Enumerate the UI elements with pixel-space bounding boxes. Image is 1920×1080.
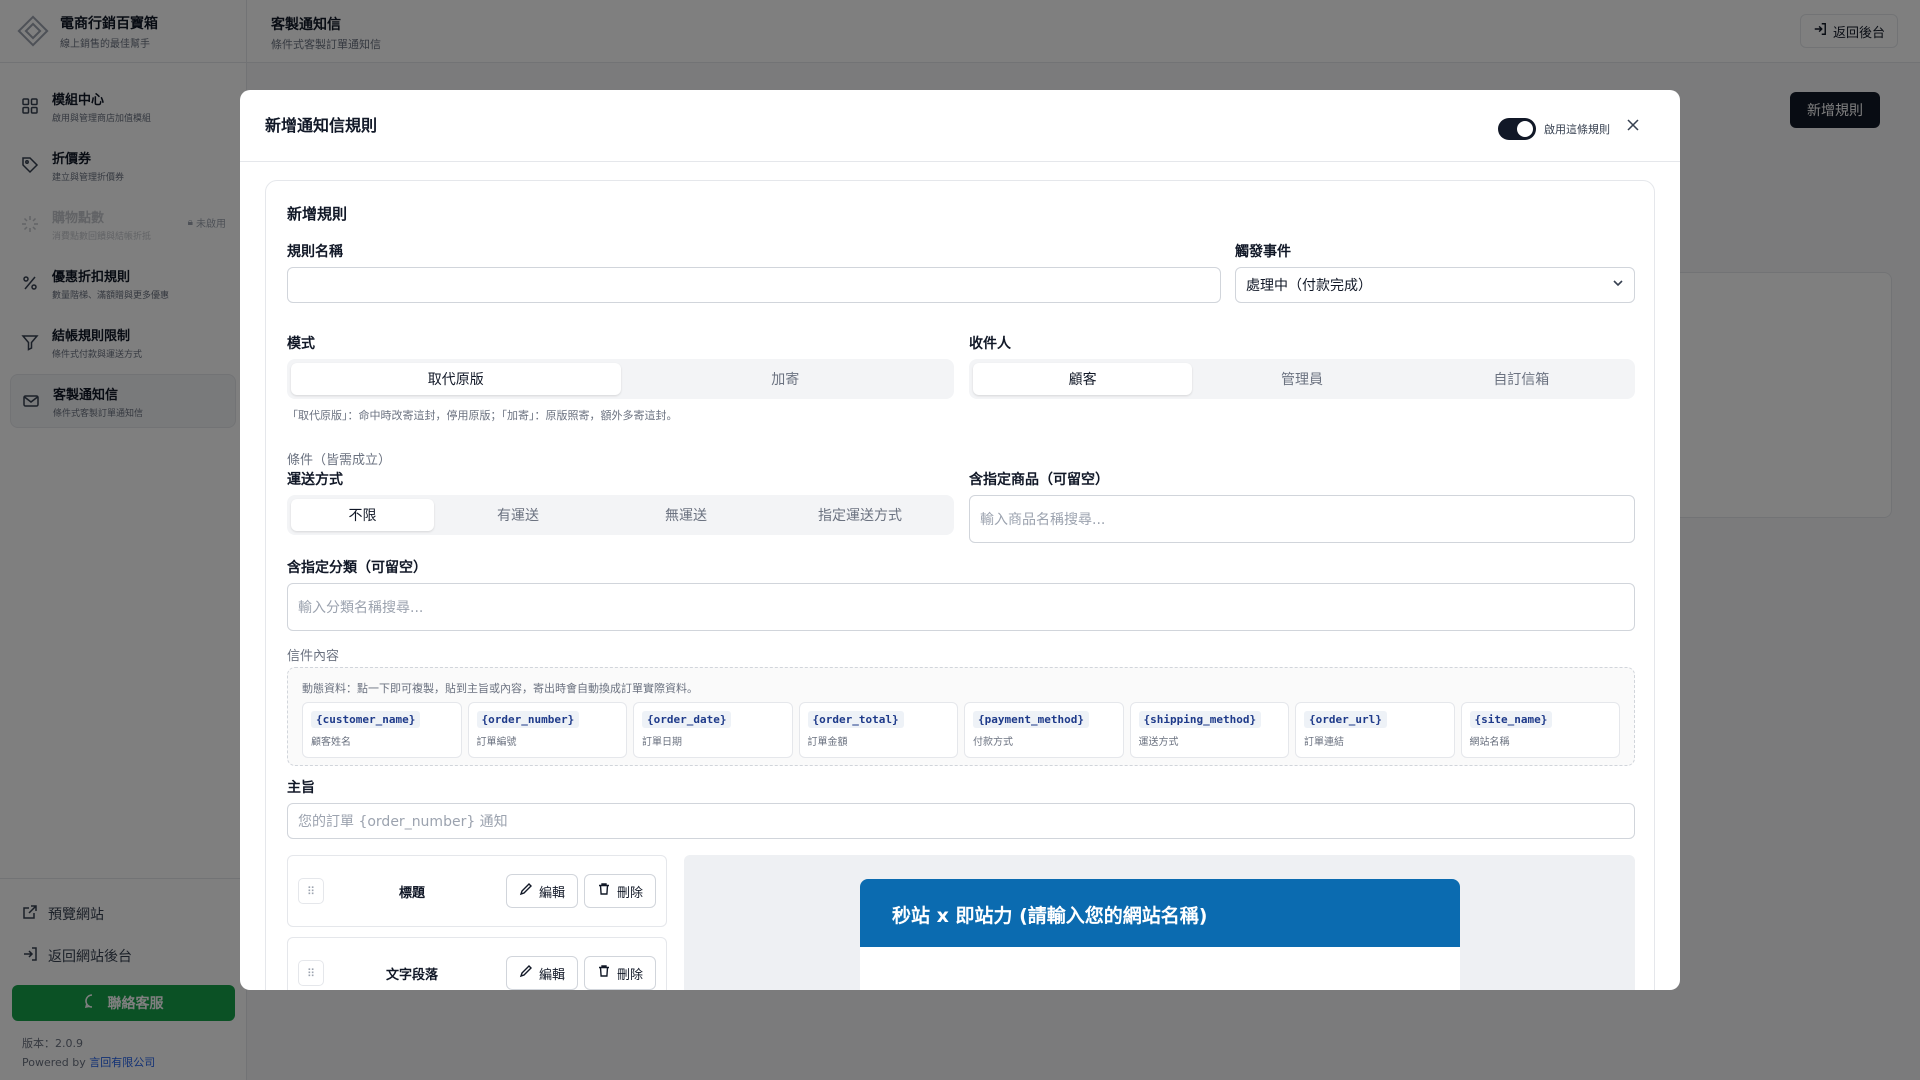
variable-chip[interactable]: {order_url} 訂單連結 <box>1295 702 1455 758</box>
trigger-event-select[interactable]: 處理中（付款完成） <box>1235 267 1635 303</box>
email-content-label: 信件內容 <box>287 649 340 664</box>
shipping-method-label: 運送方式 <box>287 472 343 488</box>
email-preview-body <box>860 947 1460 990</box>
variable-code: {order_total} <box>807 711 904 728</box>
pencil-icon <box>519 882 533 900</box>
recipient-segmented-control: 顧客 管理員 自訂信箱 <box>969 359 1635 399</box>
recipient-option-custom-email[interactable]: 自訂信箱 <box>1412 363 1631 395</box>
variable-code: {payment_method} <box>973 711 1089 728</box>
variable-code: {customer_name} <box>311 711 421 728</box>
content-block-name: 標題 <box>398 885 425 901</box>
rule-form-card: 新增規則 規則名稱 觸發事件 處理中（付款完成） 模式 取代原版 加寄 「取代原… <box>265 180 1655 990</box>
delete-block-label: 刪除 <box>616 967 643 983</box>
dynamic-variables-panel: 動態資料：點一下即可複製，貼到主旨或內容，寄出時會自動換成訂單實際資料。 {cu… <box>287 667 1635 766</box>
rule-name-label: 規則名稱 <box>287 244 343 260</box>
dialog-title: 新增通知信規則 <box>265 116 378 135</box>
products-label: 含指定商品（可留空） <box>969 472 1109 488</box>
enable-rule-label: 啟用這條規則 <box>1544 123 1610 136</box>
variable-desc: 訂單金額 <box>807 737 848 748</box>
trigger-event-label: 觸發事件 <box>1235 244 1291 260</box>
email-preview-heading: 秒站 x 即站力 (請輸入您的網站名稱) <box>860 879 1460 947</box>
dynamic-variables-hint: 動態資料：點一下即可複製，貼到主旨或內容，寄出時會自動換成訂單實際資料。 <box>302 682 698 695</box>
variable-desc: 網站名稱 <box>1469 737 1510 748</box>
variable-desc: 運送方式 <box>1138 737 1179 748</box>
edit-block-button[interactable]: 編輯 <box>505 956 578 990</box>
variable-desc: 顧客姓名 <box>311 737 351 748</box>
conditions-label: 條件（皆需成立） <box>287 453 392 468</box>
shipping-option-any[interactable]: 不限 <box>291 499 434 531</box>
variable-code: {order_url} <box>1304 711 1387 728</box>
chevron-down-icon <box>1612 277 1624 293</box>
categories-label: 含指定分類（可留空） <box>287 560 427 576</box>
variable-chip[interactable]: {order_number} 訂單編號 <box>467 702 627 758</box>
content-block-card: ⠿ 文字段落 編輯 刪除 <box>287 937 667 990</box>
categories-search-input[interactable]: 輸入分類名稱搜尋... <box>287 583 1635 631</box>
variable-code: {order_number} <box>476 711 580 728</box>
mode-label: 模式 <box>287 336 315 352</box>
variable-chip[interactable]: {shipping_method} 運送方式 <box>1129 702 1289 758</box>
subject-label: 主旨 <box>287 780 315 796</box>
products-search-input[interactable]: 輸入商品名稱搜尋... <box>969 495 1635 543</box>
recipient-option-customer[interactable]: 顧客 <box>973 363 1193 395</box>
edit-block-button[interactable]: 編輯 <box>505 874 578 908</box>
variable-chip[interactable]: {order_total} 訂單金額 <box>798 702 958 758</box>
shipping-segmented-control: 不限 有運送 無運送 指定運送方式 <box>287 495 954 535</box>
variable-code: {order_date} <box>642 711 732 728</box>
variable-code: {shipping_method} <box>1138 711 1262 728</box>
variable-chip[interactable]: {site_name} 網站名稱 <box>1460 702 1620 758</box>
variable-chip[interactable]: {customer_name} 顧客姓名 <box>302 702 462 758</box>
dynamic-variables-list: {customer_name} 顧客姓名 {order_number} 訂單編號 {… <box>302 702 1620 758</box>
enable-rule-toggle[interactable] <box>1498 118 1536 140</box>
mode-option-additional[interactable]: 加寄 <box>621 363 951 395</box>
new-notification-rule-dialog: 新增通知信規則 啟用這條規則 新增規則 規則名稱 觸發事件 處理中（付款完成） … <box>240 90 1680 990</box>
form-section-title: 新增規則 <box>287 205 348 223</box>
variable-code: {site_name} <box>1469 711 1553 728</box>
trash-icon <box>597 882 611 900</box>
trigger-event-value: 處理中（付款完成） <box>1246 278 1372 294</box>
enable-rule-control: 啟用這條規則 <box>1498 118 1610 140</box>
content-block-card: ⠿ 標題 編輯 刪除 <box>287 855 667 927</box>
email-preview: 秒站 x 即站力 (請輸入您的網站名稱) <box>860 879 1460 990</box>
shipping-option-specific[interactable]: 指定運送方式 <box>770 499 950 531</box>
variable-desc: 付款方式 <box>973 737 1013 748</box>
edit-block-label: 編輯 <box>538 885 565 901</box>
edit-block-label: 編輯 <box>538 967 565 983</box>
dialog-header: 新增通知信規則 啟用這條規則 <box>240 90 1680 162</box>
recipient-label: 收件人 <box>969 336 1011 352</box>
mode-hint: 「取代原版」：命中時改寄這封，停用原版；「加寄」：原版照寄，額外多寄這封。 <box>287 409 678 422</box>
email-preview-panel: 秒站 x 即站力 (請輸入您的網站名稱) <box>684 855 1635 990</box>
content-block-name: 文字段落 <box>385 967 438 983</box>
pencil-icon <box>519 964 533 982</box>
drag-handle-icon[interactable]: ⠿ <box>298 960 324 986</box>
mode-segmented-control: 取代原版 加寄 <box>287 359 954 399</box>
rule-name-input[interactable] <box>287 267 1221 303</box>
recipient-option-admin[interactable]: 管理員 <box>1192 363 1411 395</box>
drag-handle-icon[interactable]: ⠿ <box>298 878 324 904</box>
delete-block-button[interactable]: 刪除 <box>583 956 656 990</box>
delete-block-button[interactable]: 刪除 <box>583 874 656 908</box>
dialog-body: 新增規則 規則名稱 觸發事件 處理中（付款完成） 模式 取代原版 加寄 「取代原… <box>240 162 1680 990</box>
variable-desc: 訂單日期 <box>642 737 682 748</box>
variable-chip[interactable]: {order_date} 訂單日期 <box>633 702 793 758</box>
delete-block-label: 刪除 <box>616 885 643 901</box>
trash-icon <box>597 964 611 982</box>
shipping-option-with-shipping[interactable]: 有運送 <box>434 499 602 531</box>
mode-option-replace[interactable]: 取代原版 <box>291 363 621 395</box>
variable-desc: 訂單連結 <box>1304 737 1344 748</box>
shipping-option-no-shipping[interactable]: 無運送 <box>602 499 770 531</box>
subject-input[interactable]: 您的訂單 {order_number} 通知 <box>287 803 1635 839</box>
variable-desc: 訂單編號 <box>476 737 517 748</box>
close-icon[interactable] <box>1624 116 1642 134</box>
variable-chip[interactable]: {payment_method} 付款方式 <box>964 702 1124 758</box>
